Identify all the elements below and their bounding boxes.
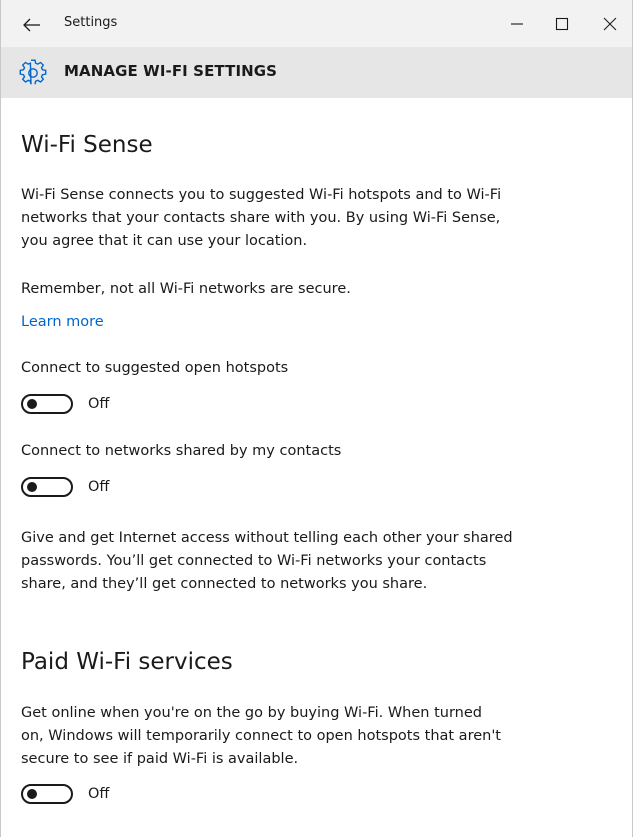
sharing-description: Give and get Internet access without tel… xyxy=(21,527,513,596)
paid-wifi-section: Paid Wi-Fi services xyxy=(21,647,233,677)
description-line: secure to see if paid Wi-Fi is available… xyxy=(21,751,299,767)
wifi-sense-section: Wi-Fi Sense xyxy=(21,130,153,160)
description-line: networks that your contacts share with y… xyxy=(21,210,501,226)
description-line: share, and they’ll get connected to netw… xyxy=(21,576,428,592)
security-warning: Remember, not all Wi-Fi networks are sec… xyxy=(21,281,351,297)
contacts-networks-label: Connect to networks shared by my contact… xyxy=(21,443,342,459)
toggle-knob xyxy=(27,399,37,409)
contacts-networks-toggle[interactable] xyxy=(21,477,73,497)
description-line: on, Windows will temporarily connect to … xyxy=(21,728,501,744)
paid-wifi-description: Get online when you're on the go by buyi… xyxy=(21,702,501,771)
maximize-button[interactable] xyxy=(552,14,572,34)
maximize-icon xyxy=(555,17,569,31)
toggle-knob xyxy=(27,482,37,492)
description-line: Wi-Fi Sense connects you to suggested Wi… xyxy=(21,187,502,203)
wifi-sense-description: Wi-Fi Sense connects you to suggested Wi… xyxy=(21,184,501,253)
description-line: you agree that it can use your location. xyxy=(21,233,308,249)
close-icon xyxy=(603,17,617,31)
open-hotspots-setting: Off xyxy=(21,392,109,416)
wifi-sense-title: Wi-Fi Sense xyxy=(21,132,153,158)
learn-more-link[interactable]: Learn more xyxy=(21,311,104,334)
open-hotspots-label: Connect to suggested open hotspots xyxy=(21,360,289,376)
paid-wifi-state: Off xyxy=(88,786,110,802)
paid-wifi-title: Paid Wi-Fi services xyxy=(21,649,233,675)
toggle-knob xyxy=(27,789,37,799)
back-button[interactable] xyxy=(21,14,43,36)
description-line: Get online when you're on the go by buyi… xyxy=(21,705,482,721)
contacts-networks-state: Off xyxy=(88,479,110,495)
page-title: MANAGE WI-FI SETTINGS xyxy=(64,62,278,80)
open-hotspots-toggle[interactable] xyxy=(21,394,73,414)
close-button[interactable] xyxy=(600,14,620,34)
settings-window: Settings MANAGE WI-FI SETTINGS Wi-Fi Sen… xyxy=(0,0,633,837)
window-title: Settings xyxy=(64,15,118,30)
gear-icon xyxy=(19,59,47,87)
back-arrow-icon xyxy=(23,18,40,32)
description-line: passwords. You’ll get connected to Wi-Fi… xyxy=(21,553,487,569)
paid-wifi-toggle[interactable] xyxy=(21,784,73,804)
minimize-icon xyxy=(511,23,523,25)
open-hotspots-state: Off xyxy=(88,396,110,412)
description-line: Give and get Internet access without tel… xyxy=(21,530,513,546)
minimize-button[interactable] xyxy=(507,14,527,34)
paid-wifi-setting: Off xyxy=(21,782,109,806)
contacts-networks-setting: Off xyxy=(21,475,109,499)
title-bar: Settings xyxy=(1,0,632,47)
page-header: MANAGE WI-FI SETTINGS xyxy=(1,47,632,98)
